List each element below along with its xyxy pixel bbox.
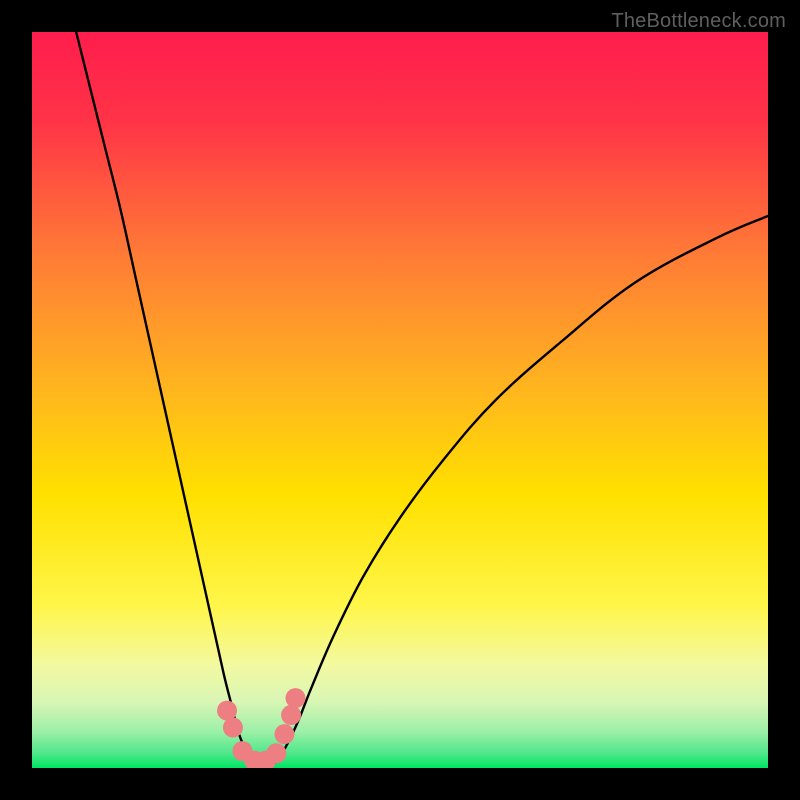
watermark-text: TheBottleneck.com — [611, 10, 786, 33]
plot-area — [32, 32, 768, 768]
chart-svg — [32, 32, 768, 768]
marker-dot — [266, 743, 286, 763]
marker-dot — [274, 724, 294, 744]
chart-frame: TheBottleneck.com — [0, 0, 800, 800]
marker-dot — [285, 688, 305, 708]
marker-dot — [281, 705, 301, 725]
gradient-background — [32, 32, 768, 768]
marker-dot — [223, 718, 243, 738]
